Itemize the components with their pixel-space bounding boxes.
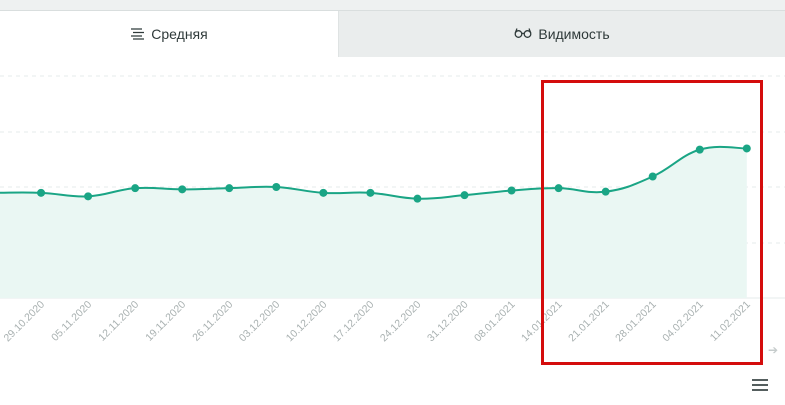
tab-label: Видимость — [538, 26, 610, 42]
data-point — [225, 184, 234, 193]
x-tick-label: 24.12.2020 — [378, 299, 424, 345]
tab-visibility[interactable]: Видимость — [338, 11, 785, 57]
chart-widget: Средняя Видимость 22.10.202029.10.202005… — [0, 0, 785, 405]
x-tick-label: 29.10.2020 — [2, 299, 48, 345]
data-point — [366, 188, 375, 197]
hamburger-icon-bar — [752, 379, 768, 381]
chart-menu-button[interactable] — [752, 379, 768, 393]
data-point — [178, 185, 187, 194]
x-tick-label: 17.12.2020 — [331, 299, 377, 345]
data-point — [554, 184, 563, 193]
tab-label: Средняя — [151, 26, 208, 42]
top-strip — [0, 0, 785, 11]
x-tick-label: 12.11.2020 — [96, 299, 141, 344]
x-tick-label: 14.01.2021 — [519, 299, 565, 345]
x-tick-label: 03.12.2020 — [237, 299, 283, 345]
x-tick-label: 11.02.2021 — [708, 299, 753, 344]
data-point — [695, 145, 704, 154]
chart-area: 22.10.202029.10.202005.11.202012.11.2020… — [0, 57, 785, 405]
data-point — [37, 188, 46, 197]
x-tick-label: 26.11.2020 — [190, 299, 235, 344]
data-point — [460, 191, 469, 200]
data-point — [413, 194, 422, 203]
data-point — [601, 187, 610, 196]
x-tick-label: 05.11.2020 — [49, 299, 94, 344]
tab-average-position[interactable]: Средняя — [0, 11, 338, 57]
glasses-icon — [514, 27, 532, 41]
data-point — [319, 188, 328, 197]
data-point — [272, 183, 281, 191]
arrow-right-icon[interactable]: ➔ — [768, 343, 778, 357]
x-tick-label: 19.11.2020 — [143, 299, 188, 344]
chart-tabs: Средняя Видимость — [0, 11, 785, 57]
series-area — [0, 146, 747, 298]
x-tick-label: 31.12.2020 — [425, 299, 471, 345]
x-tick-label: 21.01.2021 — [566, 299, 612, 345]
x-tick-label: 04.02.2021 — [660, 299, 706, 345]
data-point — [507, 186, 516, 195]
x-tick-label: 28.01.2021 — [613, 299, 659, 345]
data-point — [84, 192, 93, 201]
data-point — [131, 184, 140, 193]
bars-icon — [130, 27, 145, 42]
data-point — [648, 172, 657, 181]
hamburger-icon-bar — [752, 389, 768, 391]
x-tick-label: 10.12.2020 — [284, 299, 330, 345]
x-tick-label: 08.01.2021 — [472, 299, 518, 345]
position-chart: 22.10.202029.10.202005.11.202012.11.2020… — [0, 75, 785, 345]
data-point — [742, 144, 751, 153]
hamburger-icon-bar — [752, 384, 768, 386]
